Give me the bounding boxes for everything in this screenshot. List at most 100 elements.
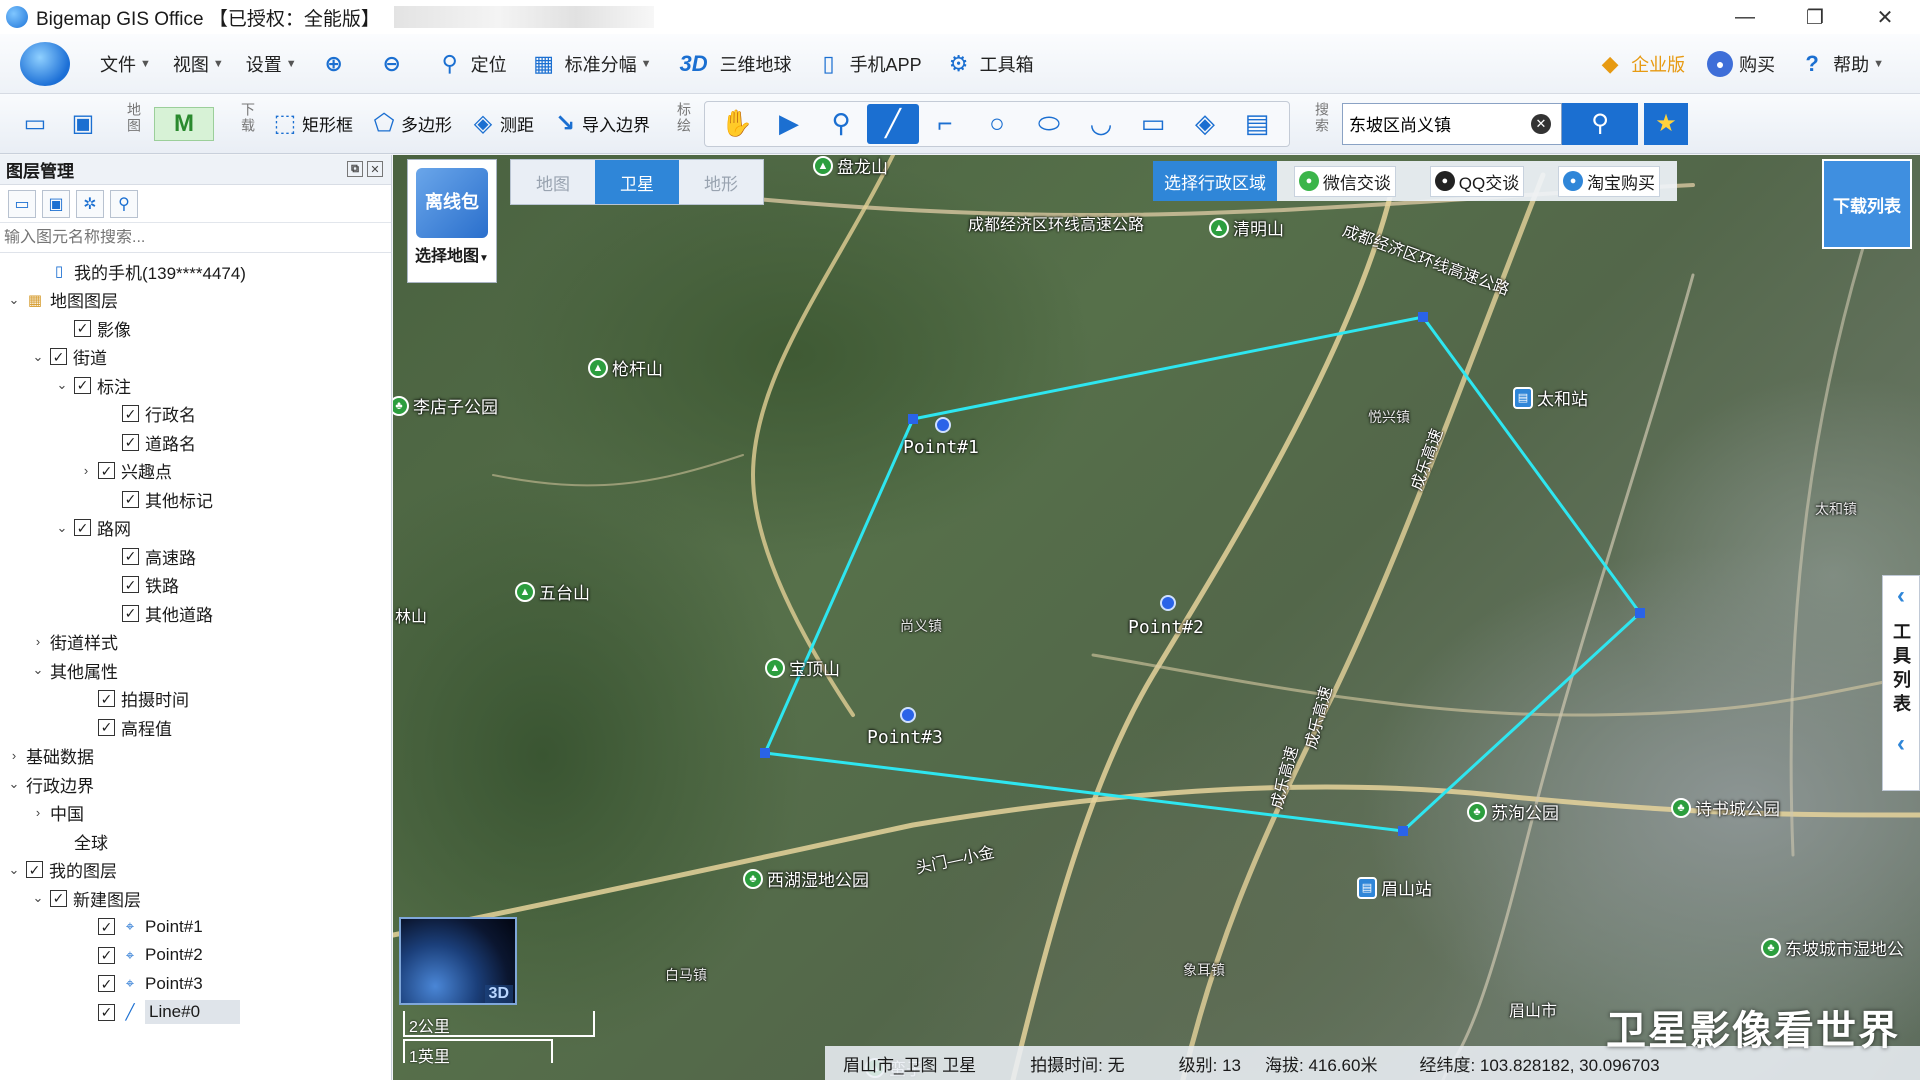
tree-node[interactable]: ✓ 其他标记: [0, 485, 391, 514]
layer-checkbox[interactable]: ✓: [74, 376, 91, 394]
measure-button[interactable]: ◈ 测距: [466, 107, 534, 141]
line-tool-button[interactable]: ╱: [867, 103, 919, 144]
tab-satellite[interactable]: 卫星: [595, 160, 679, 204]
menu-file[interactable]: 文件 ▼: [100, 51, 151, 77]
expand-toggle-icon[interactable]: ⌄: [54, 377, 70, 393]
ellipse-tool-button[interactable]: ⬭: [1023, 104, 1075, 144]
search-input[interactable]: [1349, 113, 1519, 134]
menu-settings[interactable]: 设置 ▼: [246, 51, 297, 77]
tree-node[interactable]: ✓ ⌖ Point#1: [0, 913, 391, 942]
search-button[interactable]: ⚲: [1562, 102, 1638, 145]
layer-checkbox[interactable]: ✓: [50, 889, 67, 907]
layer-search-input[interactable]: [4, 228, 384, 247]
polyline-tool-button[interactable]: ⌐: [919, 104, 971, 144]
layer-checkbox[interactable]: ✓: [74, 319, 91, 337]
measure-tool-button[interactable]: ◈: [1179, 104, 1231, 144]
layer-settings-button[interactable]: ✲: [76, 189, 104, 218]
layer-checkbox[interactable]: ✓: [50, 348, 67, 366]
globe-3d-thumbnail[interactable]: 3D: [399, 917, 517, 1005]
globe-3d-button[interactable]: 3D 三维地球: [674, 49, 792, 79]
poi-taihe-station[interactable]: ▤ 太和站: [1513, 385, 1588, 410]
expand-toggle-icon[interactable]: ⌄: [54, 520, 70, 536]
tab-map[interactable]: 地图: [511, 160, 595, 204]
zoom-out-button[interactable]: ⊖: [377, 49, 413, 79]
poi-xihu-wetland[interactable]: ♣ 西湖湿地公园: [743, 866, 869, 891]
pan-tool-button[interactable]: ✋: [711, 104, 763, 144]
toolbox-button[interactable]: ⚙ 工具箱: [944, 49, 1034, 79]
layer-search-button[interactable]: ⚲: [110, 189, 138, 218]
float-panel-button[interactable]: ⧉: [347, 161, 363, 177]
rect-select-button[interactable]: ⬚ 矩形框: [268, 107, 353, 141]
tree-node[interactable]: ⌄ ▦ 地图图层: [0, 286, 391, 315]
layer-checkbox[interactable]: ✓: [98, 918, 115, 936]
chevron-left-icon[interactable]: ‹: [1897, 582, 1905, 610]
close-panel-button[interactable]: ✕: [367, 161, 383, 177]
poi-dongpo-wetland[interactable]: ♣ 东坡城市湿地公: [1761, 935, 1904, 960]
polygon-vertex-handle[interactable]: [1635, 608, 1645, 618]
tree-node[interactable]: ✓ 高速路: [0, 542, 391, 571]
minimize-button[interactable]: —: [1710, 0, 1780, 34]
open-button[interactable]: ▭: [18, 107, 52, 141]
enterprise-button[interactable]: ◆ 企业版: [1595, 49, 1685, 79]
tree-node[interactable]: › 基础数据: [0, 742, 391, 771]
poi-qingming-shan[interactable]: ▲ 清明山: [1209, 215, 1284, 240]
polygon-vertex-handle[interactable]: [1418, 312, 1428, 322]
expand-toggle-icon[interactable]: ⌄: [30, 349, 46, 365]
expand-toggle-icon[interactable]: ⌄: [30, 890, 46, 906]
expand-toggle-icon[interactable]: ⌄: [6, 862, 22, 878]
poi-panlong-shan[interactable]: ▲ 盘龙山: [813, 155, 888, 178]
layer-checkbox[interactable]: ✓: [122, 547, 139, 565]
locate-button[interactable]: ⚲ 定位: [435, 49, 507, 79]
tree-node[interactable]: ✓ 其他道路: [0, 599, 391, 628]
map-source-button[interactable]: M: [154, 106, 214, 141]
map-view[interactable]: ▲ 盘龙山 成都经济区环线高速公路 ▲ 清明山 成都经济区环线高速公路 ▲ 枪杆山 ♣…: [393, 155, 1920, 1080]
tree-node[interactable]: ⌄ ✓ 标注: [0, 371, 391, 400]
text-tool-button[interactable]: ▤: [1231, 104, 1283, 144]
polygon-select-button[interactable]: ⬠ 多边形: [367, 107, 452, 141]
layer-checkbox[interactable]: ✓: [26, 861, 43, 879]
layer-checkbox[interactable]: ✓: [122, 576, 139, 594]
buy-button[interactable]: ● 购买: [1707, 51, 1775, 77]
select-map-control[interactable]: 离线包 选择地图▼: [407, 159, 497, 283]
expand-toggle-icon[interactable]: ⌄: [30, 662, 46, 678]
help-button[interactable]: ? 帮助 ▼: [1797, 49, 1884, 79]
save-layer-button[interactable]: ▣: [42, 189, 70, 218]
select-region-button[interactable]: 选择行政区域: [1153, 161, 1277, 201]
sector-tool-button[interactable]: ◡: [1075, 104, 1127, 144]
tree-node[interactable]: ⌄ ✓ 新建图层: [0, 884, 391, 913]
tree-node[interactable]: 全球: [0, 827, 391, 856]
tree-node[interactable]: ⌄ 其他属性: [0, 656, 391, 685]
mobile-app-button[interactable]: ▯ 手机APP: [814, 49, 922, 79]
layer-checkbox[interactable]: ✓: [122, 405, 139, 423]
poi-meishan-station[interactable]: ▤ 眉山站: [1357, 875, 1432, 900]
tree-node[interactable]: › 街道样式: [0, 628, 391, 657]
expand-toggle-icon[interactable]: ⌄: [6, 776, 22, 792]
layer-checkbox[interactable]: ✓: [74, 519, 91, 537]
poi-wutai-shan[interactable]: ▲ 五台山: [515, 579, 590, 604]
import-border-button[interactable]: ↘ 导入边界: [548, 107, 650, 141]
zoom-in-button[interactable]: ⊕: [319, 49, 355, 79]
clear-icon[interactable]: ✕: [1531, 113, 1551, 134]
layer-checkbox[interactable]: ✓: [98, 462, 115, 480]
expand-toggle-icon[interactable]: ›: [6, 748, 22, 763]
qq-button[interactable]: ● QQ交谈: [1429, 165, 1525, 197]
layer-checkbox[interactable]: ✓: [98, 1003, 115, 1021]
expand-toggle-icon[interactable]: ›: [78, 463, 94, 478]
tree-node[interactable]: ⌄ ✓ 路网: [0, 514, 391, 543]
layer-checkbox[interactable]: ✓: [122, 490, 139, 508]
wechat-button[interactable]: ● 微信交谈: [1293, 165, 1396, 197]
point-marker[interactable]: [935, 417, 951, 433]
tree-node[interactable]: ✓ 拍摄时间: [0, 685, 391, 714]
tree-node[interactable]: ✓ 铁路: [0, 571, 391, 600]
point-marker[interactable]: [1160, 595, 1176, 611]
tree-node[interactable]: ✓ 道路名: [0, 428, 391, 457]
poi-suxun-park[interactable]: ♣ 苏洵公园: [1467, 799, 1559, 824]
favorite-button[interactable]: ★: [1644, 102, 1688, 145]
save-button[interactable]: ▣: [66, 107, 100, 141]
tree-node[interactable]: ⌄ 行政边界: [0, 770, 391, 799]
tree-node[interactable]: ✓ 行政名: [0, 400, 391, 429]
tile-grid-button[interactable]: ▦ 标准分幅 ▼: [529, 49, 651, 79]
tree-node[interactable]: ⌄ ✓ 街道: [0, 343, 391, 372]
expand-toggle-icon[interactable]: ›: [30, 805, 46, 820]
chevron-left-icon[interactable]: ‹: [1897, 730, 1905, 758]
